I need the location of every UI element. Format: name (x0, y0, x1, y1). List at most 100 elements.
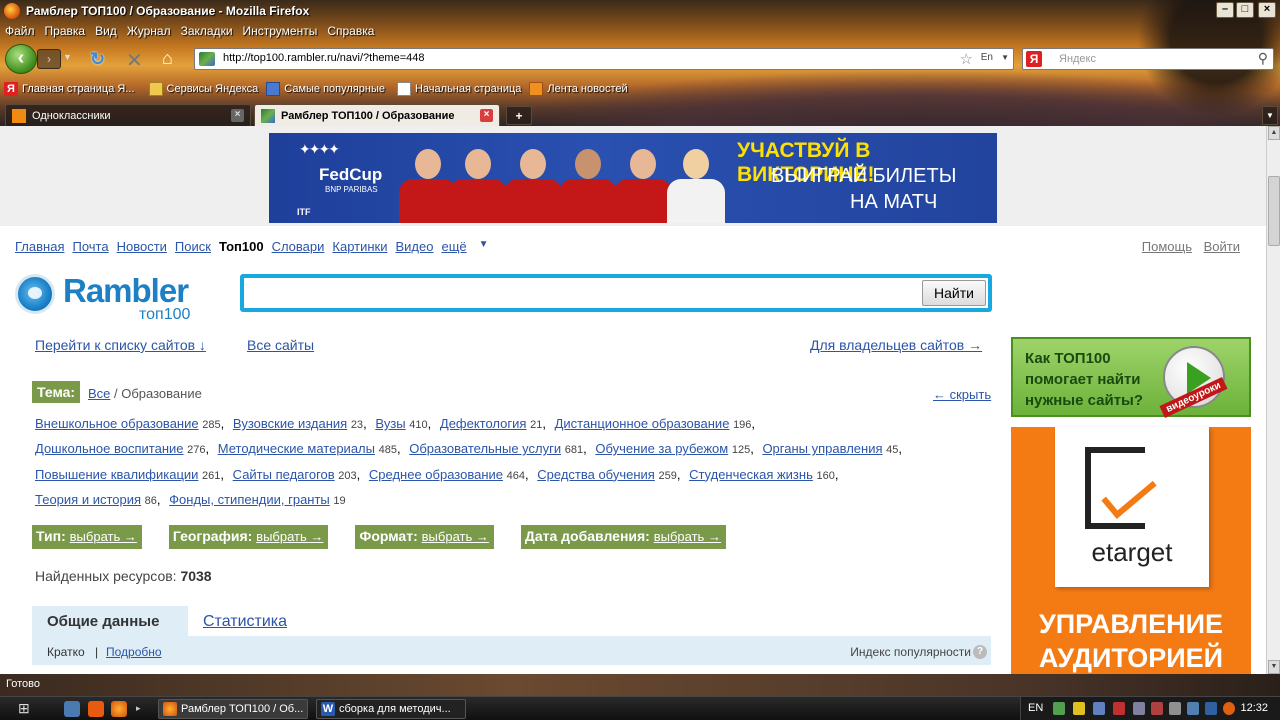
shield-icon[interactable] (1073, 702, 1085, 715)
filter-format-select[interactable]: выбрать → (422, 529, 489, 544)
search-submit-button[interactable]: Найти (922, 280, 986, 306)
category-link[interactable]: Дистанционное образование (555, 416, 730, 431)
filter-date-select[interactable]: выбрать → (654, 529, 721, 544)
all-sites-link[interactable]: Все сайты (247, 337, 314, 353)
tab-general-data[interactable]: Общие данные (32, 606, 188, 636)
close-tab-icon[interactable]: × (480, 109, 493, 122)
nav-mail[interactable]: Почта (72, 239, 108, 254)
menu-file[interactable]: Файл (0, 22, 40, 40)
stop-icon[interactable]: ✕ (126, 48, 146, 72)
filter-geo-select[interactable]: выбрать → (256, 529, 323, 544)
tray-firefox-icon[interactable] (1223, 702, 1235, 715)
category-link[interactable]: Органы управления (762, 441, 882, 456)
category-link[interactable]: Средства обучения (537, 467, 655, 482)
bookmark-news-feed[interactable]: Лента новостей (525, 82, 631, 96)
search-input[interactable] (244, 278, 924, 308)
tray-app3-icon[interactable] (1151, 702, 1163, 715)
search-icon[interactable]: ⚲ (1258, 50, 1268, 67)
menu-help[interactable]: Справка (322, 22, 379, 40)
filter-type-select[interactable]: выбрать → (70, 529, 137, 544)
help-link[interactable]: Помощь (1142, 239, 1192, 254)
etarget-ad[interactable]: etarget УПРАВЛЕНИЕ АУДИТОРИЕЙ (1011, 427, 1251, 674)
search-placeholder[interactable]: Яндекс (1059, 53, 1096, 65)
taskbar-firefox-window[interactable]: Рамблер ТОП100 / Об... (158, 699, 308, 719)
search-bar[interactable]: Я Яндекс ⚲ (1022, 48, 1274, 70)
video-tutorial-promo[interactable]: Как ТОП100 помогает найти нужные сайты? … (1011, 337, 1251, 418)
bluetooth-icon[interactable] (1205, 702, 1217, 715)
nav-more[interactable]: ещё (441, 239, 466, 254)
hide-themes-link[interactable]: ← скрыть (933, 387, 991, 402)
tray-app5-icon[interactable] (1187, 702, 1199, 715)
bookmark-yandex-services[interactable]: Сервисы Яндекса (145, 82, 263, 96)
category-link[interactable]: Фонды, стипендии, гранты (169, 492, 330, 507)
bookmark-most-popular[interactable]: Самые популярные (262, 82, 389, 96)
category-link[interactable]: Сайты педагогов (233, 467, 335, 482)
view-detailed-link[interactable]: Подробно (106, 645, 162, 659)
reload-icon[interactable]: ↻ (90, 49, 110, 69)
nav-dictionaries[interactable]: Словари (272, 239, 325, 254)
menu-history[interactable]: Журнал (122, 22, 176, 40)
tab-statistics[interactable]: Статистика (203, 613, 287, 631)
home-icon[interactable]: ⌂ (162, 48, 182, 68)
firefox-quicklaunch-icon[interactable] (111, 701, 127, 717)
login-link[interactable]: Войти (1204, 239, 1240, 254)
network-icon[interactable] (1093, 702, 1105, 715)
minimize-button[interactable]: – (1216, 2, 1234, 18)
scroll-down-icon[interactable]: ▼ (1268, 660, 1280, 674)
category-link[interactable]: Вузовские издания (233, 416, 347, 431)
help-icon[interactable]: ? (973, 645, 987, 659)
goto-site-list-link[interactable]: Перейти к списку сайтов ↓ (35, 337, 206, 353)
category-link[interactable]: Среднее образование (369, 467, 503, 482)
site-owners-link[interactable]: Для владельцев сайтов → (810, 337, 982, 353)
menu-edit[interactable]: Правка (40, 22, 91, 40)
fedcup-banner[interactable]: ✦✦✦✦ FedCup BNP PARIBAS ITF УЧАСТВУЙ В В… (269, 133, 997, 223)
maximize-button[interactable]: □ (1236, 2, 1254, 18)
keyboard-language[interactable]: EN (1028, 702, 1043, 714)
tray-app2-icon[interactable] (1133, 702, 1145, 715)
taskbar-word-window[interactable]: W сборка для методич... (316, 699, 466, 719)
back-button[interactable]: ‹ (5, 44, 37, 74)
yandex-icon[interactable]: Я (1026, 51, 1042, 67)
url-text[interactable]: http://top100.rambler.ru/navi/?theme=448 (223, 52, 425, 64)
rambler-top100-logo[interactable]: Rambler топ100 (15, 272, 215, 326)
theme-all-link[interactable]: Все (88, 386, 110, 401)
menu-tools[interactable]: Инструменты (238, 22, 323, 40)
list-all-tabs-icon[interactable]: ▼ (1262, 106, 1278, 125)
new-tab-button[interactable]: + (506, 106, 532, 125)
quicklaunch-more-icon[interactable]: ▸ (136, 703, 146, 719)
nav-news[interactable]: Новости (117, 239, 167, 254)
bookmark-start-page[interactable]: Начальная страница (393, 82, 525, 96)
scroll-thumb[interactable] (1268, 176, 1280, 246)
nav-home[interactable]: Главная (15, 239, 64, 254)
close-tab-icon[interactable]: × (231, 109, 244, 122)
chevron-down-icon[interactable]: ▼ (479, 239, 489, 254)
category-link[interactable]: Внешкольное образование (35, 416, 199, 431)
category-link[interactable]: Дефектология (440, 416, 527, 431)
tab-rambler-top100[interactable]: Рамблер ТОП100 / Образование × (254, 104, 500, 126)
nav-video[interactable]: Видео (396, 239, 434, 254)
forward-button[interactable]: › (37, 49, 61, 69)
opera-icon[interactable] (88, 701, 104, 717)
category-link[interactable]: Методические материалы (218, 441, 375, 456)
tray-alert-icon[interactable] (1113, 702, 1125, 715)
show-desktop-icon[interactable] (64, 701, 80, 717)
tray-app4-icon[interactable] (1169, 702, 1181, 715)
bookmark-star-icon[interactable]: ☆ (960, 50, 973, 68)
close-window-button[interactable]: × (1258, 2, 1276, 18)
category-link[interactable]: Обучение за рубежом (595, 441, 728, 456)
start-icon[interactable]: ⊞ (18, 700, 44, 718)
tray-app-icon[interactable] (1053, 702, 1065, 715)
scroll-up-icon[interactable]: ▲ (1268, 126, 1280, 140)
bookmark-yandex-home[interactable]: Я Главная страница Я... (0, 82, 139, 96)
url-dropdown-icon[interactable]: ▼ (1001, 53, 1009, 62)
nav-images[interactable]: Картинки (332, 239, 387, 254)
category-link[interactable]: Дошкольное воспитание (35, 441, 184, 456)
vertical-scrollbar[interactable]: ▲ ▼ (1266, 126, 1280, 674)
history-dropdown-icon[interactable]: ▼ (63, 52, 72, 62)
category-link[interactable]: Теория и история (35, 492, 141, 507)
nav-search[interactable]: Поиск (175, 239, 211, 254)
menu-view[interactable]: Вид (90, 22, 122, 40)
menu-bookmarks[interactable]: Закладки (176, 22, 238, 40)
category-link[interactable]: Студенческая жизнь (689, 467, 813, 482)
tab-odnoklassniki[interactable]: Одноклассники × (5, 104, 251, 126)
